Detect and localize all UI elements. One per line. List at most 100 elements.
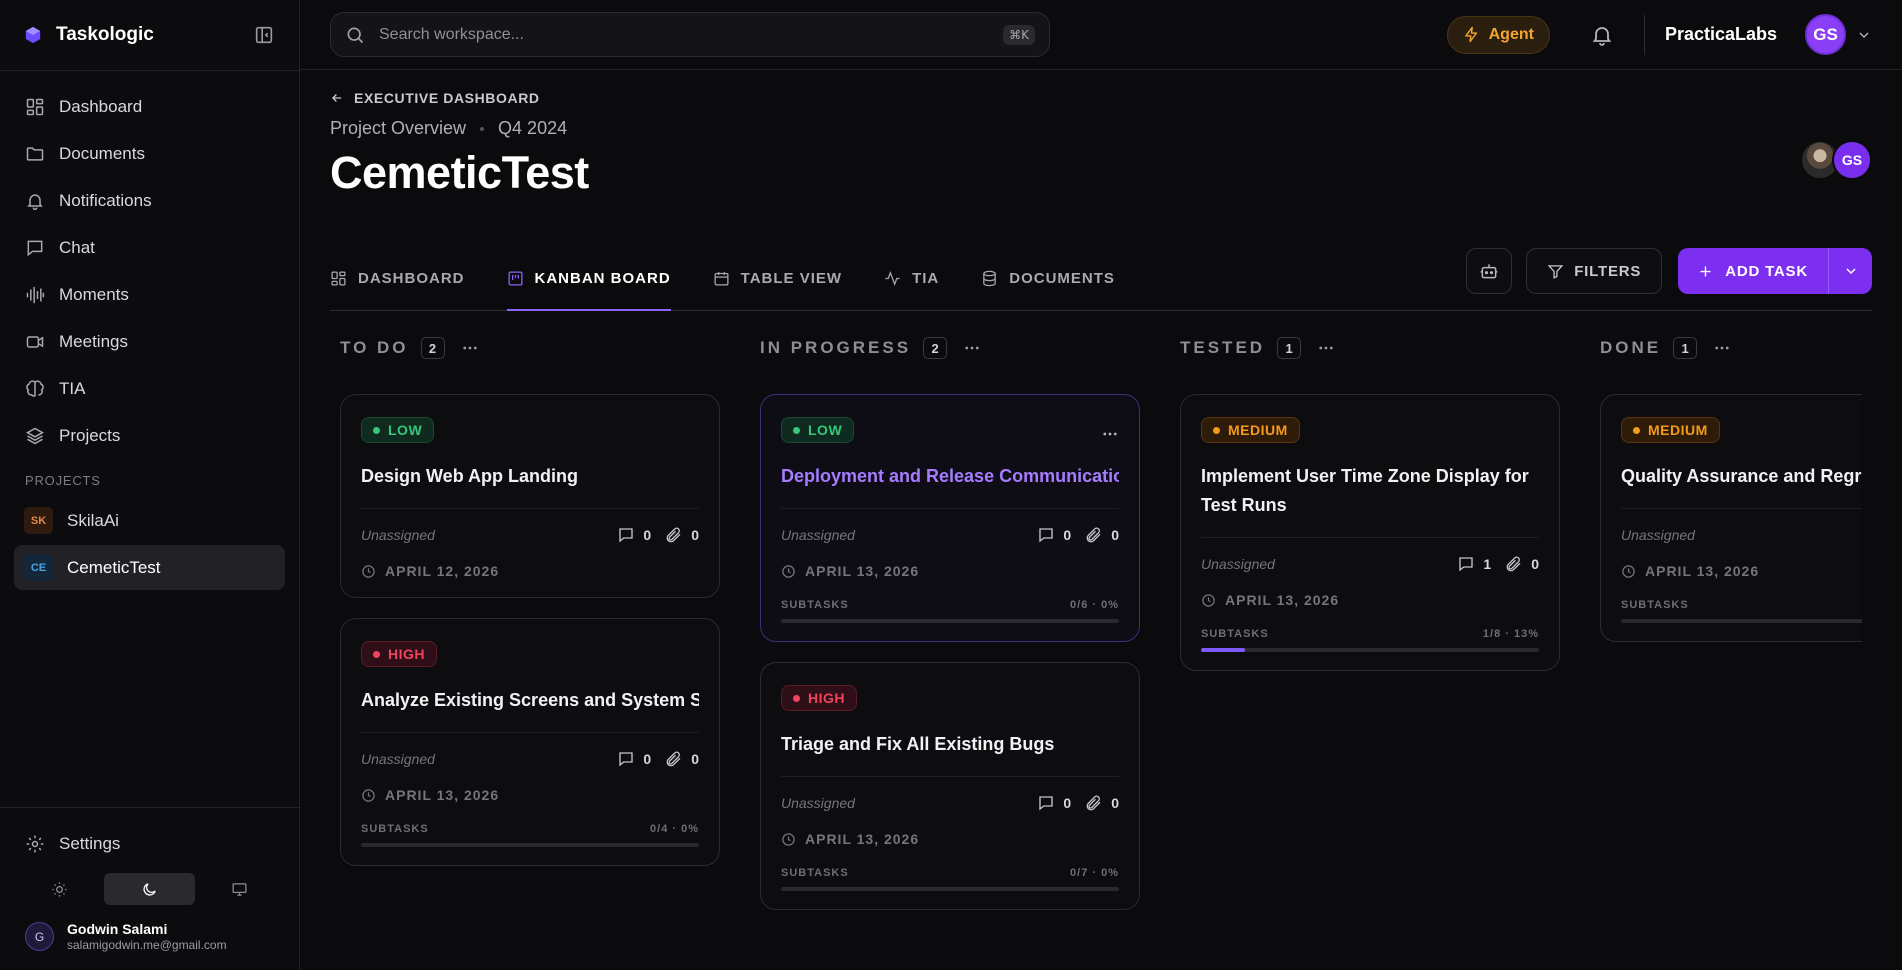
due-date-value: APRIL 13, 2026 <box>1645 563 1760 579</box>
arrow-left-icon <box>332 94 342 102</box>
calendar-icon <box>714 272 729 286</box>
paperclip-icon <box>1086 795 1101 811</box>
sidebar-item-label: Projects <box>59 425 121 445</box>
sidebar-item-dashboard[interactable]: Dashboard <box>14 83 285 130</box>
kanban-board: TO DO 2 LOW Design Web App Landing Unass… <box>330 328 1862 930</box>
project-item-skilaai[interactable]: SK SkilaAi <box>14 498 285 543</box>
column-done: DONE 1 MEDIUM Quality Assurance and Regr… <box>1600 328 1862 930</box>
filters-button[interactable]: FILTERS <box>1526 248 1663 294</box>
tab-table-view[interactable]: TABLE VIEW <box>713 247 884 310</box>
project-members[interactable]: GS <box>1800 140 1872 180</box>
sidebar-item-label: Chat <box>59 237 95 257</box>
task-card[interactable]: LOW Deployment and Release Communication… <box>760 394 1140 642</box>
bell-icon <box>27 193 43 210</box>
chat-icon <box>27 240 43 256</box>
tab-kanban-board[interactable]: KANBAN BOARD <box>506 247 713 311</box>
priority-label: MEDIUM <box>1228 422 1288 438</box>
priority-label: HIGH <box>388 646 425 662</box>
settings-label: Settings <box>59 833 121 853</box>
column-todo: TO DO 2 LOW Design Web App Landing Unass… <box>340 328 720 930</box>
sidebar-item-notifications[interactable]: Notifications <box>14 177 285 224</box>
sidebar-item-projects[interactable]: Projects <box>14 412 285 459</box>
attachment-count: 0 <box>1085 526 1119 544</box>
task-title: Quality Assurance and Regress <box>1621 466 1862 486</box>
sidebar-item-documents[interactable]: Documents <box>14 130 285 177</box>
filter-icon <box>1547 264 1564 279</box>
brand-logo-icon <box>25 26 41 44</box>
back-link[interactable]: EXECUTIVE DASHBOARD <box>330 90 1872 106</box>
priority-badge: LOW <box>781 417 855 443</box>
task-card[interactable]: MEDIUM Implement User Time Zone Display … <box>1180 394 1560 671</box>
clock-icon <box>362 564 375 578</box>
brain-icon <box>26 379 44 397</box>
priority-badge: HIGH <box>361 641 437 667</box>
sidebar-item-label: Meetings <box>59 331 128 351</box>
add-task-label: ADD TASK <box>1725 262 1808 280</box>
priority-badge: MEDIUM <box>1621 417 1720 443</box>
paperclip-icon <box>666 527 681 543</box>
notifications-bell-icon[interactable] <box>1590 23 1614 47</box>
project-item-cemetictest[interactable]: CE CemeticTest <box>14 545 285 590</box>
attachment-count-value: 0 <box>1111 795 1119 811</box>
more-horizontal-icon[interactable] <box>1713 339 1731 357</box>
tab-label: DASHBOARD <box>358 270 465 287</box>
priority-dot <box>373 426 380 434</box>
light-theme-button[interactable] <box>14 873 104 905</box>
column-count: 2 <box>923 337 948 359</box>
column-count: 1 <box>1673 337 1698 359</box>
column-title: DONE <box>1600 338 1662 357</box>
ai-assistant-button[interactable] <box>1466 248 1513 294</box>
comment-icon <box>1459 557 1474 572</box>
task-card[interactable]: HIGH Analyze Existing Screens and System… <box>340 618 720 866</box>
project-badge: CE <box>24 554 53 581</box>
task-title: Deployment and Release Communication <box>781 466 1119 486</box>
agent-button[interactable]: Agent <box>1446 15 1550 54</box>
tabs-bar: DASHBOARD KANBAN BOARD TABLE VIEW TIA DO… <box>330 248 1872 311</box>
tab-dashboard[interactable]: DASHBOARD <box>330 247 507 310</box>
search-icon <box>347 27 364 43</box>
assignee: Unassigned <box>781 795 855 811</box>
sidebar-nav: Dashboard Documents Notifications Chat M… <box>0 71 299 459</box>
database-icon <box>983 270 997 287</box>
comment-count-value: 0 <box>1063 795 1072 811</box>
tab-label: TIA <box>912 270 940 287</box>
task-card[interactable]: MEDIUM Quality Assurance and Regress Una… <box>1600 394 1862 642</box>
task-card[interactable]: LOW Design Web App Landing Unassigned 0 … <box>340 394 720 598</box>
user-profile[interactable]: G Godwin Salami salamigodwin.me@gmail.co… <box>0 905 299 970</box>
robot-icon <box>1480 264 1498 279</box>
more-horizontal-icon[interactable] <box>963 339 981 357</box>
sidebar-item-settings[interactable]: Settings <box>14 820 285 867</box>
avatar[interactable]: GS <box>1805 14 1846 55</box>
subtasks-label: SUBTASKS <box>1621 599 1689 611</box>
comment-count: 0 <box>1037 794 1071 812</box>
attachment-count-value: 0 <box>691 527 699 543</box>
tab-tia[interactable]: TIA <box>884 247 981 310</box>
more-horizontal-icon[interactable] <box>461 339 479 357</box>
lightning-icon <box>1464 26 1477 43</box>
dark-theme-button[interactable] <box>104 873 195 905</box>
priority-label: HIGH <box>808 690 845 706</box>
add-task-dropdown-button[interactable] <box>1828 248 1872 294</box>
sidebar-item-meetings[interactable]: Meetings <box>14 318 285 365</box>
system-theme-button[interactable] <box>195 873 285 905</box>
clock-icon <box>782 564 795 578</box>
sidebar-collapse-icon[interactable] <box>253 24 275 46</box>
plus-icon <box>1700 266 1711 276</box>
breadcrumb-item[interactable]: Project Overview <box>330 118 466 139</box>
tab-documents[interactable]: DOCUMENTS <box>981 247 1157 310</box>
task-title: Triage and Fix All Existing Bugs <box>781 734 1055 754</box>
more-horizontal-icon[interactable] <box>1317 339 1335 357</box>
priority-dot <box>1213 426 1220 434</box>
search-input[interactable]: Search workspace... ⌘K <box>330 12 1050 57</box>
organization-name[interactable]: PracticaLabs <box>1665 24 1777 45</box>
sidebar-item-moments[interactable]: Moments <box>14 271 285 318</box>
task-card[interactable]: HIGH Triage and Fix All Existing Bugs Un… <box>760 662 1140 910</box>
add-task-button[interactable]: ADD TASK <box>1678 248 1828 294</box>
assignee: Unassigned <box>1201 556 1275 572</box>
card-menu-icon[interactable] <box>1101 425 1119 443</box>
sidebar-item-tia[interactable]: TIA <box>14 365 285 412</box>
sidebar-item-chat[interactable]: Chat <box>14 224 285 271</box>
page-title: CemeticTest <box>330 147 589 198</box>
chevron-down-icon[interactable] <box>1856 27 1872 43</box>
comment-count: 0 <box>617 750 651 768</box>
